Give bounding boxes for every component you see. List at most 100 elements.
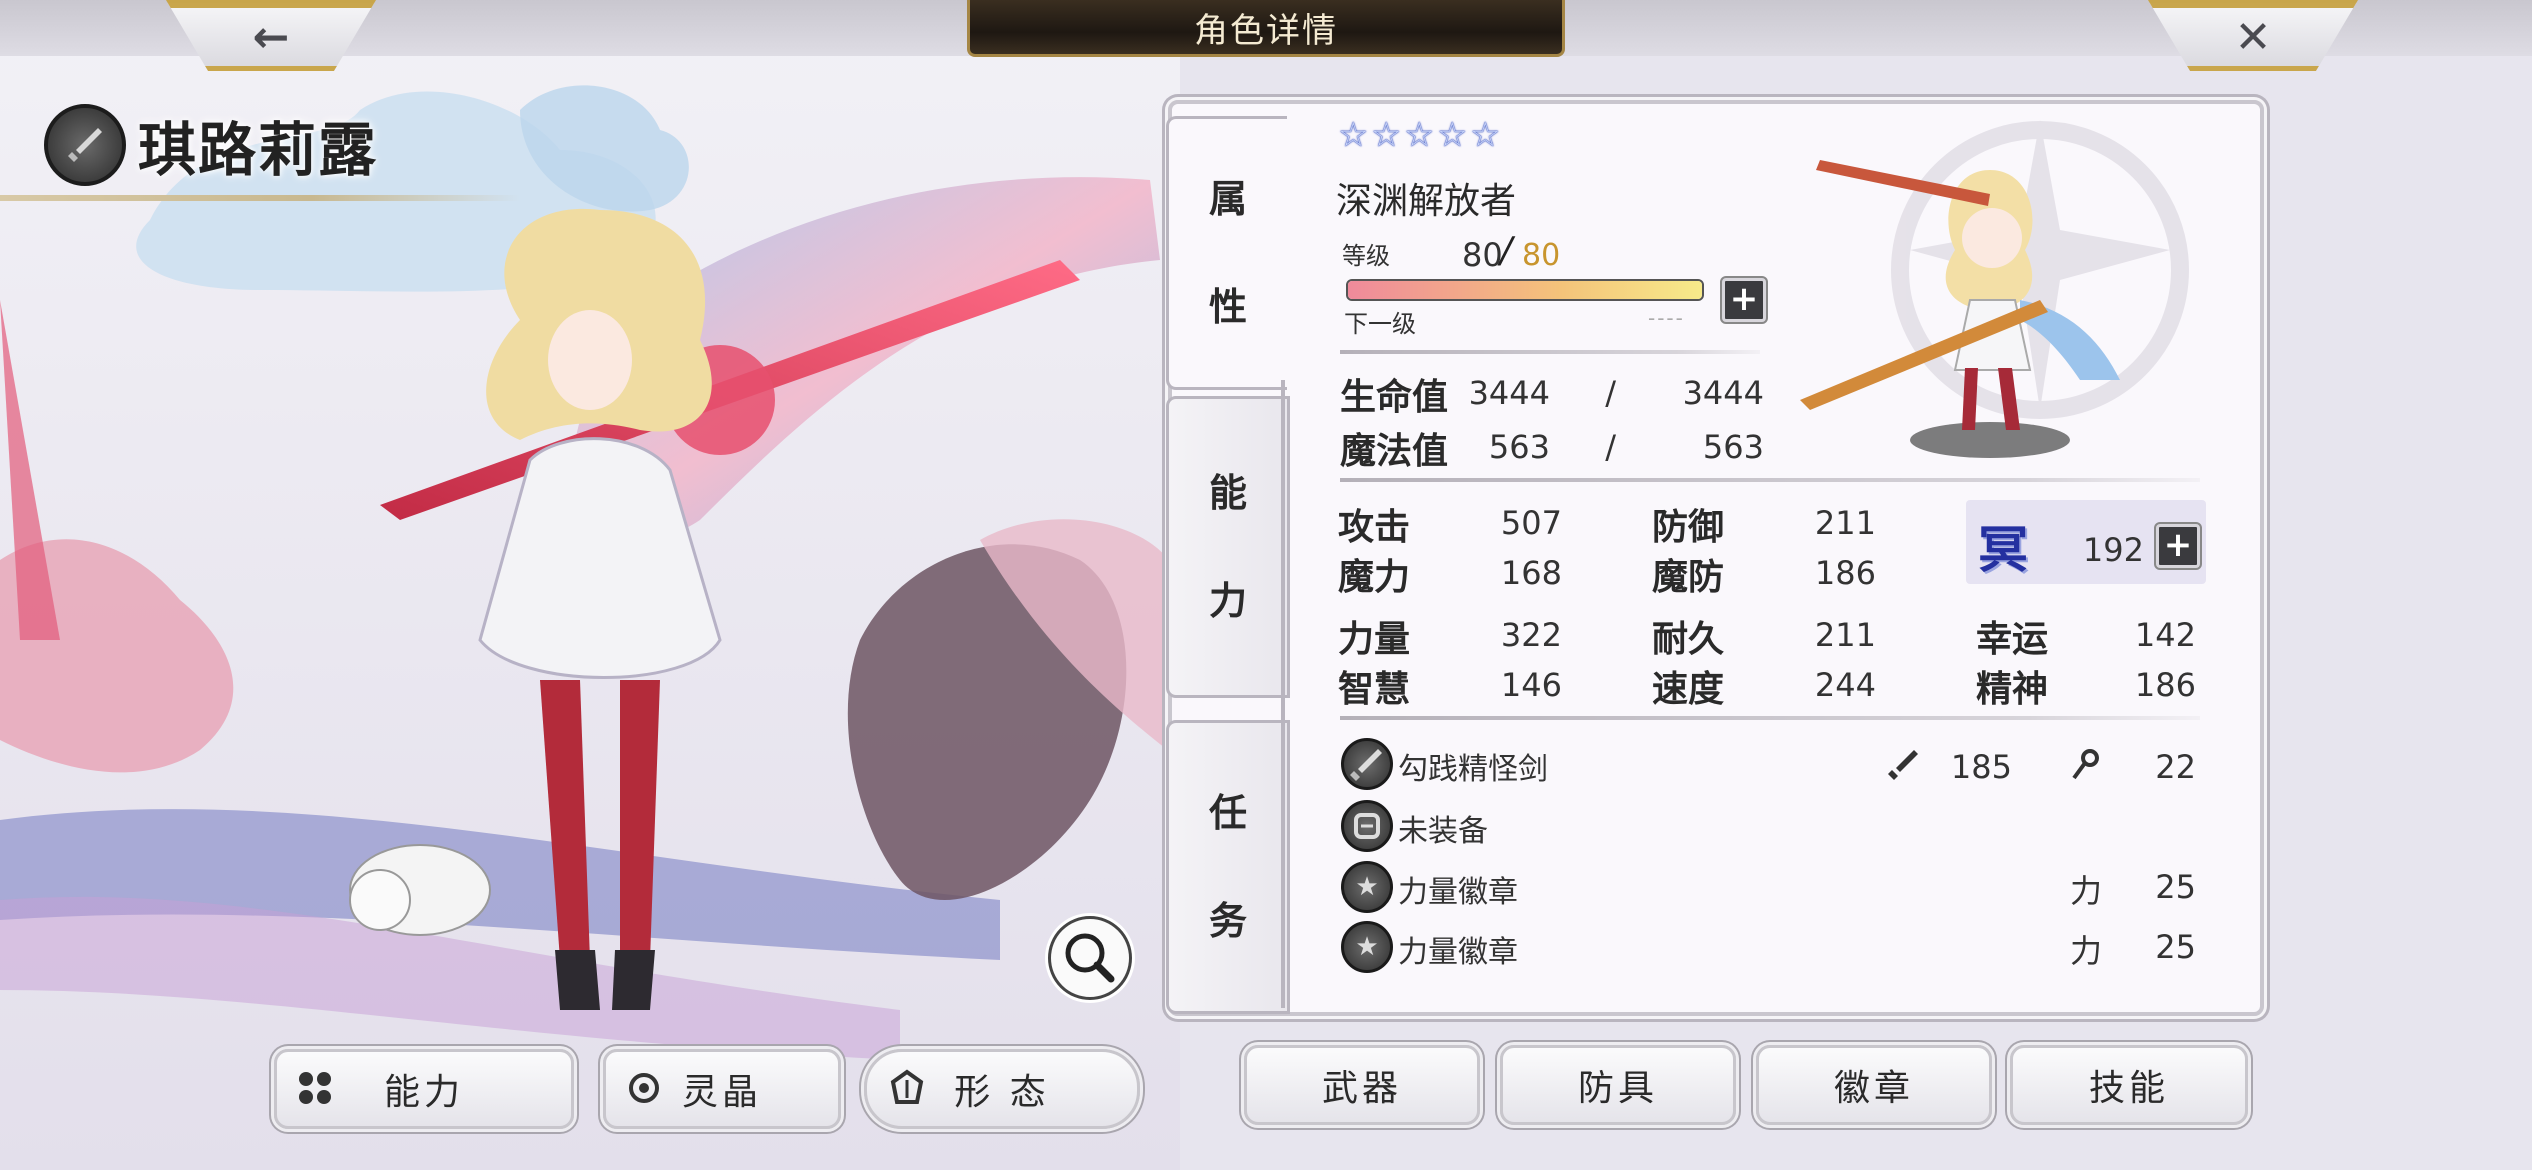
sword-icon — [1341, 738, 1393, 790]
spirit-crystal-button[interactable]: 灵晶 — [603, 1049, 841, 1129]
rarity-star-icon: ☆ — [1404, 115, 1435, 155]
mp-max: 563 — [1702, 428, 1764, 466]
badge-name[interactable]: 力量徽章 — [1398, 867, 1518, 911]
staff-icon — [2072, 749, 2099, 780]
character-name-block: 琪路莉露 — [44, 104, 378, 186]
skill-button[interactable]: 技能 — [2010, 1045, 2248, 1125]
weapon-button-label: 武器 — [1321, 1068, 1402, 1109]
xp-bar-fill — [1348, 281, 1702, 299]
badge-stat-value: 25 — [2155, 928, 2196, 966]
luck-value: 142 — [2134, 616, 2196, 654]
defense-value: 211 — [1814, 504, 1876, 542]
magnifier-icon — [1065, 933, 1115, 983]
rarity-star-icon: ☆ — [1338, 115, 1369, 155]
hp-separator: / — [1605, 374, 1616, 412]
sword-icon — [44, 104, 126, 186]
mp-separator: / — [1605, 428, 1616, 466]
character-sprite — [1800, 120, 2189, 458]
zoom-button[interactable] — [1048, 916, 1132, 1000]
badge-stat-value: 25 — [2155, 868, 2196, 906]
level-value: 80 — [1462, 236, 1503, 274]
weapon-magic-value: 22 — [2155, 748, 2196, 786]
tab-label: 属 — [1208, 177, 1247, 221]
endurance-label: 耐久 — [1652, 619, 1725, 660]
gear-icon — [624, 1068, 664, 1108]
next-level-label: 下一级 — [1344, 310, 1416, 338]
spirit-label: 精神 — [1976, 669, 2049, 710]
magic-label: 魔力 — [1338, 557, 1411, 598]
special-stat-plus-button[interactable]: + — [2156, 524, 2200, 568]
rarity-star-icon: ☆ — [1371, 115, 1402, 155]
rarity-star-icon: ☆ — [1470, 115, 1501, 155]
tab-label: 务 — [1208, 899, 1247, 943]
defense-label: 防御 — [1652, 507, 1725, 548]
armor-icon — [1341, 800, 1393, 852]
star-badge-icon: ★ — [1341, 921, 1393, 973]
level-separator: / — [1500, 230, 1513, 271]
close-button[interactable]: ✕ — [2148, 0, 2358, 71]
page-title: 角色详情 — [1194, 10, 1338, 51]
wisdom-value: 146 — [1500, 666, 1562, 704]
divider — [1340, 716, 2200, 720]
abilities-button[interactable]: 能力 — [274, 1049, 574, 1129]
tab-label: 任 — [1208, 791, 1247, 835]
magic-value: 168 — [1500, 554, 1562, 592]
tab-label: 能 — [1208, 471, 1247, 515]
badge-name[interactable]: 力量徽章 — [1398, 927, 1518, 971]
tab-abilities[interactable]: 能 力 — [1166, 396, 1290, 698]
strength-label: 力量 — [1338, 619, 1411, 660]
spirit-value: 186 — [2134, 666, 2196, 704]
weapon-button[interactable]: 武器 — [1244, 1045, 1480, 1125]
strength-value: 322 — [1500, 616, 1562, 654]
level-up-button[interactable]: + — [1722, 278, 1766, 322]
mp-current: 563 — [1488, 428, 1550, 466]
speed-label: 速度 — [1652, 669, 1725, 710]
title-plate: 角色详情 — [967, 0, 1565, 57]
divider — [1340, 478, 2200, 482]
attack-label: 攻击 — [1338, 507, 1411, 548]
next-level-value: ---- — [1648, 306, 1685, 330]
armor-button[interactable]: 防具 — [1500, 1045, 1736, 1125]
wisdom-label: 智慧 — [1338, 669, 1411, 710]
special-stat-value: 192 — [2082, 531, 2144, 569]
tab-label: 力 — [1208, 579, 1247, 623]
tab-attributes[interactable]: 属 性 — [1166, 116, 1287, 390]
sword-icon — [1888, 750, 1918, 780]
armor-name[interactable]: 未装备 — [1398, 806, 1488, 850]
job-title: 深渊解放者 — [1336, 181, 1517, 222]
badge-stat-label: 力 — [2070, 872, 2103, 910]
armor-button-label: 防具 — [1577, 1068, 1658, 1109]
tab-missions[interactable]: 任 务 — [1166, 720, 1290, 1014]
magic-defense-value: 186 — [1814, 554, 1876, 592]
rarity-star-icon: ☆ — [1437, 115, 1468, 155]
close-icon: ✕ — [2234, 11, 2272, 63]
mp-label: 魔法值 — [1340, 431, 1449, 472]
special-stat-glyph: 冥 — [1978, 520, 2028, 579]
abilities-button-label: 能力 — [383, 1072, 464, 1113]
form-icon — [887, 1068, 927, 1108]
star-badge-icon: ★ — [1341, 861, 1393, 913]
weapon-attack-value: 185 — [1950, 748, 2012, 786]
grid-icon — [295, 1068, 335, 1108]
hp-label: 生命值 — [1340, 377, 1449, 418]
attack-value: 507 — [1500, 504, 1562, 542]
level-max: 80 — [1522, 238, 1561, 273]
form-button-label: 形 态 — [954, 1072, 1050, 1113]
level-label: 等级 — [1342, 242, 1390, 270]
tab-rail — [1281, 380, 1285, 1008]
skill-button-label: 技能 — [2088, 1068, 2169, 1109]
weapon-name[interactable]: 勾践精怪剑 — [1398, 744, 1548, 788]
badge-button[interactable]: 徽章 — [1756, 1045, 1992, 1125]
hp-max: 3444 — [1682, 374, 1764, 412]
back-arrow-icon: ← — [252, 11, 290, 63]
luck-label: 幸运 — [1976, 619, 2049, 660]
hp-current: 3444 — [1468, 374, 1550, 412]
tab-label: 性 — [1208, 285, 1247, 329]
form-button[interactable]: 形 态 — [864, 1049, 1140, 1129]
badge-stat-label: 力 — [2070, 932, 2103, 970]
divider — [1340, 350, 1760, 354]
magic-defense-label: 魔防 — [1652, 557, 1725, 598]
endurance-value: 211 — [1814, 616, 1876, 654]
badge-button-label: 徽章 — [1833, 1068, 1914, 1109]
speed-value: 244 — [1814, 666, 1876, 704]
